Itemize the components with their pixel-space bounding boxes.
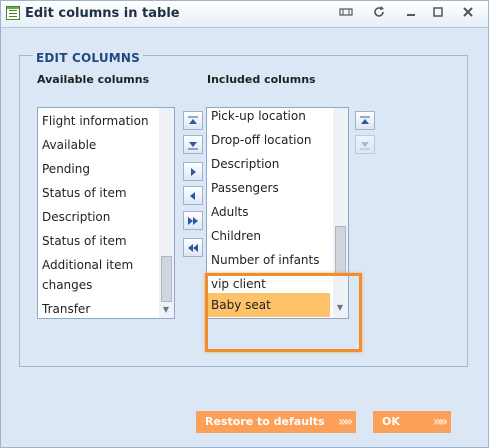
window-title: Edit columns in table (25, 6, 180, 21)
remove-all-button[interactable] (183, 238, 203, 257)
move-down-button[interactable] (183, 135, 203, 154)
refresh-icon[interactable] (370, 5, 388, 23)
list-item[interactable]: Available (42, 137, 156, 153)
list-item[interactable]: Passengers (211, 180, 330, 196)
selected-list-item[interactable]: Baby seat (207, 293, 330, 317)
double-chevron-icon: »» (432, 414, 448, 430)
move-up-button[interactable] (183, 111, 203, 130)
title-bar: Edit columns in table (1, 1, 488, 28)
list-item[interactable]: Description (211, 156, 330, 172)
scroll-thumb[interactable] (335, 226, 346, 274)
table-icon (6, 6, 20, 20)
list-item[interactable]: Status of item (42, 185, 156, 201)
restore-defaults-label: Restore to defaults (205, 415, 325, 428)
included-scrollbar[interactable]: ▼ (333, 108, 348, 318)
group-legend: EDIT COLUMNS (33, 51, 143, 65)
scroll-down-icon[interactable]: ▼ (161, 306, 171, 314)
list-item[interactable]: Children (211, 228, 330, 244)
list-item[interactable]: Flight information (42, 113, 156, 129)
close-icon[interactable] (459, 5, 477, 23)
list-item[interactable]: Pending (42, 161, 156, 177)
maximize-icon[interactable] (429, 5, 447, 23)
pin-icon[interactable] (337, 5, 355, 23)
available-scrollbar[interactable]: ▼ (159, 108, 174, 318)
move-bottom-button[interactable] (355, 135, 375, 154)
restore-defaults-button[interactable]: Restore to defaults »» (196, 411, 356, 433)
double-chevron-icon: »» (337, 414, 353, 430)
add-all-button[interactable] (183, 211, 203, 230)
scroll-thumb[interactable] (161, 256, 172, 302)
edit-columns-window: Edit columns in table EDIT COLUMNS Avail… (0, 0, 489, 448)
ok-button[interactable]: OK »» (373, 411, 451, 433)
included-columns-list[interactable]: Pick-up location Drop-off location Descr… (206, 107, 349, 319)
available-columns-list[interactable]: Flight information Available Pending Sta… (37, 107, 175, 319)
dialog-body: EDIT COLUMNS Available columns Included … (9, 31, 480, 439)
list-item[interactable]: Pick-up location (211, 108, 330, 124)
included-columns-header: Included columns (207, 73, 316, 86)
list-item[interactable]: Additional item (42, 257, 156, 273)
ok-label: OK (382, 415, 400, 428)
list-item[interactable]: Status of item (42, 233, 156, 249)
available-columns-header: Available columns (37, 73, 150, 86)
list-item[interactable]: Transfer (42, 301, 156, 317)
scroll-down-icon[interactable]: ▼ (335, 304, 345, 312)
list-item[interactable]: Number of infants (211, 252, 330, 268)
remove-column-button[interactable] (183, 186, 203, 205)
move-top-button[interactable] (355, 111, 375, 130)
add-column-button[interactable] (183, 162, 203, 181)
list-item[interactable]: Description (42, 209, 156, 225)
list-item[interactable]: Adults (211, 204, 330, 220)
list-item[interactable]: Drop-off location (211, 132, 330, 148)
list-item[interactable]: vip client (211, 276, 330, 292)
list-item[interactable]: changes (42, 277, 156, 293)
minimize-icon[interactable] (402, 5, 420, 23)
